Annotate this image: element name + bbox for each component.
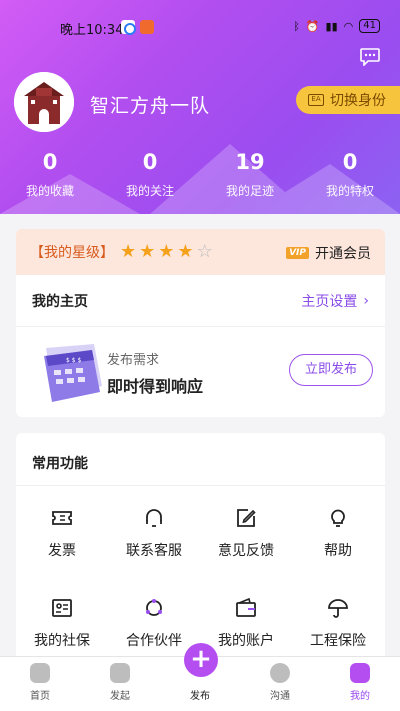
switch-identity-label: 切换身份 xyxy=(330,93,386,109)
star-filled-icon: ★ xyxy=(158,241,175,262)
battery-icon: 41 xyxy=(359,19,380,33)
star-level-label: 【我的星级】 xyxy=(30,245,114,261)
stat-privileges[interactable]: 0 我的特权 xyxy=(300,150,400,199)
function-label: 我的社保 xyxy=(34,633,90,649)
wallet-icon xyxy=(236,597,256,617)
avatar[interactable] xyxy=(14,72,74,132)
functions-grid: 发票 联系客服 意见反馈 帮助 我的社保 合作伙伴 我的账户 工程保险 xyxy=(16,486,385,666)
home-icon xyxy=(30,663,50,683)
function-customer-service[interactable]: 联系客服 xyxy=(108,486,200,576)
star-filled-icon: ★ xyxy=(120,241,137,262)
message-icon[interactable] xyxy=(360,48,380,66)
common-functions-title: 常用功能 xyxy=(16,433,385,486)
calendar-illustration-icon: $ $ $ xyxy=(44,344,102,402)
stat-favorites[interactable]: 0 我的收藏 xyxy=(0,150,100,199)
tab-mine[interactable]: 我的 xyxy=(320,657,400,711)
function-label: 我的账户 xyxy=(218,633,274,649)
stat-value: 0 xyxy=(142,150,158,174)
tab-chat[interactable]: 沟通 xyxy=(240,657,320,711)
homepage-row: 我的主页 主页设置 › xyxy=(16,275,385,327)
star-empty-icon: ☆ xyxy=(196,241,213,262)
plus-icon: + xyxy=(184,643,218,677)
star-filled-icon: ★ xyxy=(139,241,156,262)
umbrella-icon xyxy=(328,599,348,618)
stat-value: 19 xyxy=(235,150,265,174)
bluetooth-icon: ᛒ xyxy=(293,19,300,33)
function-invoice[interactable]: 发票 xyxy=(16,486,108,576)
chat-icon xyxy=(270,663,290,683)
alarm-icon: ⏰ xyxy=(305,19,320,33)
tab-label: 首页 xyxy=(30,691,50,702)
tab-publish[interactable]: + 发布 xyxy=(160,643,240,711)
common-functions-card: 常用功能 发票 联系客服 意见反馈 帮助 我的社保 合作伙伴 我的账户 工程保险 xyxy=(16,433,385,673)
star-rating: ★ ★ ★ ★ ☆ xyxy=(120,243,213,261)
publish-now-button[interactable]: 立即发布 xyxy=(289,354,373,386)
id-card-icon xyxy=(52,599,72,617)
vip-icon: VIP xyxy=(286,247,309,259)
gate-logo-icon xyxy=(14,72,74,132)
function-label: 意见反馈 xyxy=(218,543,274,559)
stat-label: 我的关注 xyxy=(125,184,174,198)
user-icon xyxy=(350,663,370,683)
cube-icon xyxy=(110,663,130,683)
status-bar: 晚上10:34 ᛒ ⏰ ▮▮ ◠ 41 xyxy=(0,0,400,38)
stats-row: 0 我的收藏 0 我的关注 19 我的足迹 0 我的特权 xyxy=(0,150,400,199)
homepage-settings-label: 主页设置 xyxy=(301,293,358,310)
stat-value: 0 xyxy=(342,150,358,174)
function-label: 工程保险 xyxy=(310,633,366,649)
wifi-icon: ◠ xyxy=(343,19,354,33)
tab-home[interactable]: 首页 xyxy=(0,657,80,711)
publish-subtitle: 发布需求 xyxy=(107,353,160,368)
function-label: 合作伙伴 xyxy=(126,633,182,649)
edit-icon xyxy=(237,509,256,527)
stat-label: 我的足迹 xyxy=(225,184,274,198)
function-label: 帮助 xyxy=(324,543,352,559)
team-name: 智汇方舟一队 xyxy=(90,95,211,117)
stat-label: 我的特权 xyxy=(325,184,374,198)
app-notification-icon xyxy=(121,20,136,35)
tab-label: 沟通 xyxy=(270,691,290,702)
lightbulb-icon xyxy=(331,509,345,527)
function-social-security[interactable]: 我的社保 xyxy=(16,576,108,666)
tab-label: 发布 xyxy=(190,691,210,702)
tab-initiate[interactable]: 发起 xyxy=(80,657,160,711)
status-time: 晚上10:34 xyxy=(60,23,124,38)
publish-title: 即时得到响应 xyxy=(107,377,204,396)
stat-following[interactable]: 0 我的关注 xyxy=(100,150,200,199)
stat-footprints[interactable]: 19 我的足迹 xyxy=(200,150,300,199)
function-label: 发票 xyxy=(48,543,76,559)
stat-label: 我的收藏 xyxy=(25,184,74,198)
partners-icon xyxy=(146,599,162,616)
id-switch-icon: EA xyxy=(308,94,324,106)
signal-icon: ▮▮ xyxy=(325,19,338,33)
headset-icon xyxy=(146,509,162,527)
tab-label: 发起 xyxy=(110,691,130,702)
tab-label: 我的 xyxy=(350,691,370,702)
status-icons: ᛒ ⏰ ▮▮ ◠ 41 xyxy=(293,19,380,33)
illustration-text: $ $ $ xyxy=(66,357,81,364)
open-membership-label: 开通会员 xyxy=(315,246,371,262)
bottom-tabbar: 首页 发起 + 发布 沟通 我的 xyxy=(0,643,400,711)
ticket-icon xyxy=(52,511,72,525)
function-help[interactable]: 帮助 xyxy=(292,486,384,576)
function-feedback[interactable]: 意见反馈 xyxy=(200,486,292,576)
star-level-strip: 【我的星级】 ★ ★ ★ ★ ☆ VIP 开通会员 xyxy=(16,229,385,275)
open-membership-button[interactable]: VIP 开通会员 xyxy=(286,243,371,263)
homepage-card: 【我的星级】 ★ ★ ★ ★ ☆ VIP 开通会员 我的主页 主页设置 › $ … xyxy=(16,229,385,417)
star-filled-icon: ★ xyxy=(177,241,194,262)
profile-header: 晚上10:34 ᛒ ⏰ ▮▮ ◠ 41 智汇方舟一队 EA 切换身份 0 我的收… xyxy=(0,0,400,214)
homepage-title: 我的主页 xyxy=(32,293,88,310)
function-label: 联系客服 xyxy=(126,543,182,559)
chevron-right-icon: › xyxy=(363,292,369,309)
function-engineering-insurance[interactable]: 工程保险 xyxy=(292,576,384,666)
homepage-settings-link[interactable]: 主页设置 › xyxy=(301,291,369,311)
alarm-app-icon xyxy=(140,20,154,34)
stat-value: 0 xyxy=(42,150,58,174)
switch-identity-button[interactable]: EA 切换身份 xyxy=(296,86,400,114)
publish-banner: $ $ $ 发布需求 即时得到响应 立即发布 xyxy=(16,327,385,417)
